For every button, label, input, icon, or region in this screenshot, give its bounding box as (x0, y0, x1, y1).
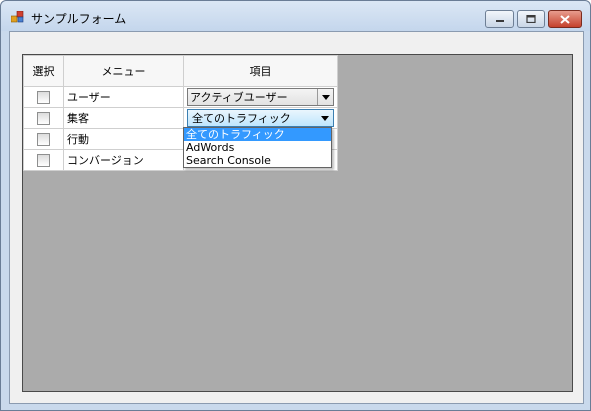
table-row: 集客 全てのトラフィック (23, 107, 338, 129)
dropdown-button[interactable] (317, 89, 333, 105)
close-icon (560, 14, 570, 24)
maximize-icon (526, 15, 536, 23)
dropdown-button[interactable] (317, 110, 333, 126)
header-row: 選択 メニュー 項目 (23, 55, 338, 87)
window-title: サンプルフォーム (31, 12, 127, 26)
form-client-area: 選択 メニュー 項目 ユーザー アクティブユーザー 集客 全てのトラフィック 行… (9, 31, 584, 404)
dropdown-option[interactable]: AdWords (184, 141, 331, 154)
dropdown-option[interactable]: Search Console (184, 154, 331, 167)
dropdown-list: 全てのトラフィック AdWords Search Console (183, 127, 332, 168)
menu-cell[interactable]: 行動 (63, 128, 184, 150)
combobox-value: 全てのトラフィック (192, 112, 291, 125)
data-grid-view[interactable]: 選択 メニュー 項目 ユーザー アクティブユーザー 集客 全てのトラフィック 行… (22, 54, 573, 392)
select-cell (23, 107, 64, 129)
column-header-item[interactable]: 項目 (183, 55, 338, 87)
dropdown-option[interactable]: 全てのトラフィック (184, 128, 331, 141)
title-bar[interactable]: サンプルフォーム (1, 1, 590, 31)
app-icon (10, 10, 25, 23)
column-header-select[interactable]: 選択 (23, 55, 64, 87)
item-combobox[interactable]: 全てのトラフィック (187, 109, 334, 127)
select-cell (23, 128, 64, 150)
chevron-down-icon (321, 94, 330, 100)
menu-cell[interactable]: コンバージョン (63, 149, 184, 171)
combobox-value: アクティブユーザー (190, 91, 288, 104)
row-checkbox[interactable] (37, 153, 50, 167)
select-cell (23, 149, 64, 171)
row-checkbox[interactable] (37, 111, 50, 125)
item-combobox[interactable]: アクティブユーザー (187, 88, 334, 106)
main-window: サンプルフォーム 選択 メニュー 項目 ユーザー アクティブユーザー 集客 全て… (0, 0, 591, 411)
column-header-menu[interactable]: メニュー (63, 55, 184, 87)
maximize-button[interactable] (517, 10, 545, 28)
menu-cell[interactable]: 集客 (63, 107, 184, 129)
row-checkbox[interactable] (37, 90, 50, 104)
menu-cell[interactable]: ユーザー (63, 86, 184, 108)
chevron-down-icon (321, 115, 329, 121)
row-checkbox[interactable] (37, 132, 50, 146)
table-row: ユーザー アクティブユーザー (23, 86, 338, 108)
item-cell: アクティブユーザー (183, 86, 338, 108)
select-cell (23, 86, 64, 108)
item-cell: 全てのトラフィック (183, 107, 338, 129)
minimize-button[interactable] (485, 10, 514, 28)
minimize-icon (495, 20, 504, 22)
close-button[interactable] (548, 10, 582, 28)
